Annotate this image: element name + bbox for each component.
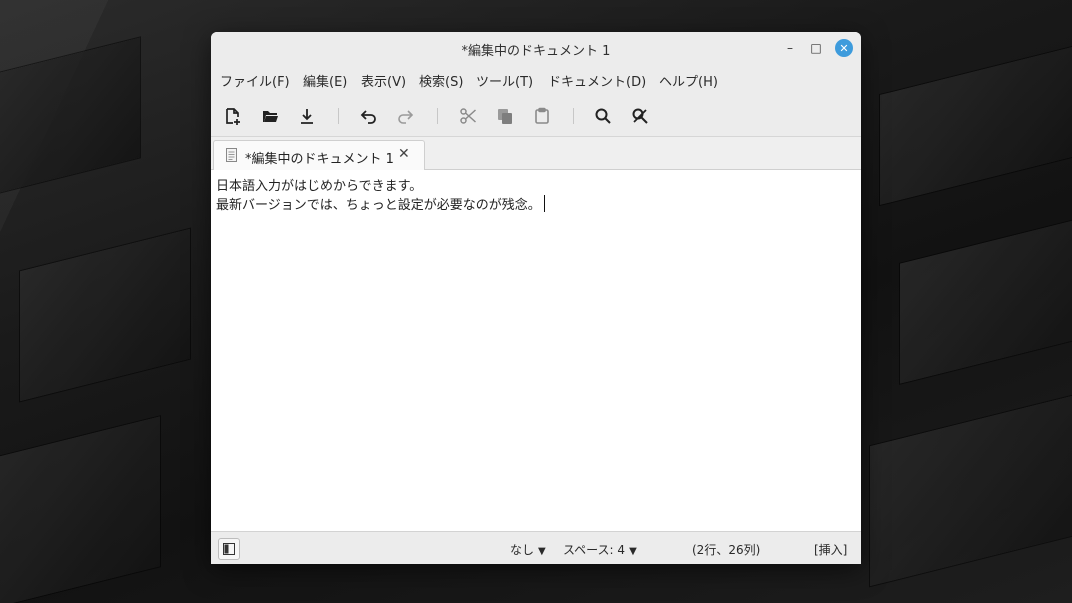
editor-line: 日本語入力がはじめからできます。: [216, 179, 423, 194]
indent-label: スペース: 4: [563, 543, 626, 557]
side-panel-toggle-button[interactable]: [218, 538, 240, 560]
tab-label: *編集中のドキュメント 1: [245, 152, 394, 167]
background-tile: [0, 416, 160, 603]
menu-view[interactable]: 表示(V): [361, 71, 406, 90]
menu-search[interactable]: 検索(S): [419, 71, 463, 90]
toolbar-separator: [338, 108, 339, 124]
menu-edit[interactable]: 編集(E): [303, 71, 347, 90]
replace-icon[interactable]: [629, 105, 651, 127]
open-document-icon[interactable]: [259, 105, 281, 127]
status-bar: なし ▼ スペース: 4 ▼ (2行、26列) [挿入]: [211, 531, 861, 564]
menu-file[interactable]: ファイル(F): [220, 71, 290, 90]
menu-help[interactable]: ヘルプ(H): [659, 71, 718, 90]
toolbar-separator: [437, 108, 438, 124]
paste-icon[interactable]: [531, 105, 553, 127]
background-tile: [880, 45, 1072, 205]
menu-tools[interactable]: ツール(T): [476, 71, 533, 90]
tab-document-1[interactable]: *編集中のドキュメント 1 ✕: [213, 140, 425, 170]
window-title: *編集中のドキュメント 1: [461, 44, 611, 59]
undo-icon[interactable]: [358, 105, 380, 127]
document-tab-bar: *編集中のドキュメント 1 ✕: [211, 137, 861, 170]
chevron-down-icon: ▼: [538, 546, 546, 557]
cut-icon[interactable]: [457, 105, 479, 127]
toolbar: [211, 94, 861, 137]
insert-mode-indicator: [挿入]: [814, 543, 848, 557]
menu-bar: ファイル(F) 編集(E) 表示(V) 検索(S) ツール(T) ドキュメント(…: [211, 64, 861, 94]
background-tile: [870, 393, 1072, 587]
text-editor-area[interactable]: 日本語入力がはじめからできます。 最新バージョンでは、ちょっと設定が必要なのが残…: [211, 170, 861, 531]
redo-icon[interactable]: [394, 105, 416, 127]
indent-width-selector[interactable]: スペース: 4 ▼: [563, 541, 637, 558]
close-button[interactable]: ✕: [835, 39, 853, 57]
editor-line-text: 最新バージョンでは、ちょっと設定が必要なのが残念。: [216, 198, 541, 213]
side-panel-icon: [223, 543, 235, 555]
document-icon: [226, 148, 237, 162]
chevron-down-icon: ▼: [629, 546, 637, 557]
new-document-icon[interactable]: [222, 105, 244, 127]
text-editor-window: *編集中のドキュメント 1 – □ ✕ ファイル(F) 編集(E) 表示(V) …: [211, 32, 861, 564]
syntax-label: なし: [510, 543, 535, 557]
maximize-button[interactable]: □: [807, 39, 825, 57]
tab-close-button[interactable]: ✕: [398, 146, 410, 162]
background-tile: [900, 216, 1072, 384]
background-tile: [20, 228, 190, 402]
cursor-position: (2行、26列): [692, 543, 761, 557]
syntax-highlight-selector[interactable]: なし ▼: [510, 541, 546, 558]
save-icon[interactable]: [296, 105, 318, 127]
editor-line: 最新バージョンでは、ちょっと設定が必要なのが残念。: [216, 194, 545, 213]
search-icon[interactable]: [592, 105, 614, 127]
copy-icon[interactable]: [494, 105, 516, 127]
title-bar[interactable]: *編集中のドキュメント 1 – □ ✕: [211, 32, 861, 65]
toolbar-separator: [573, 108, 574, 124]
minimize-button[interactable]: –: [781, 39, 799, 57]
text-cursor: [543, 195, 545, 212]
background-tile: [0, 37, 140, 203]
menu-document[interactable]: ドキュメント(D): [548, 71, 646, 90]
